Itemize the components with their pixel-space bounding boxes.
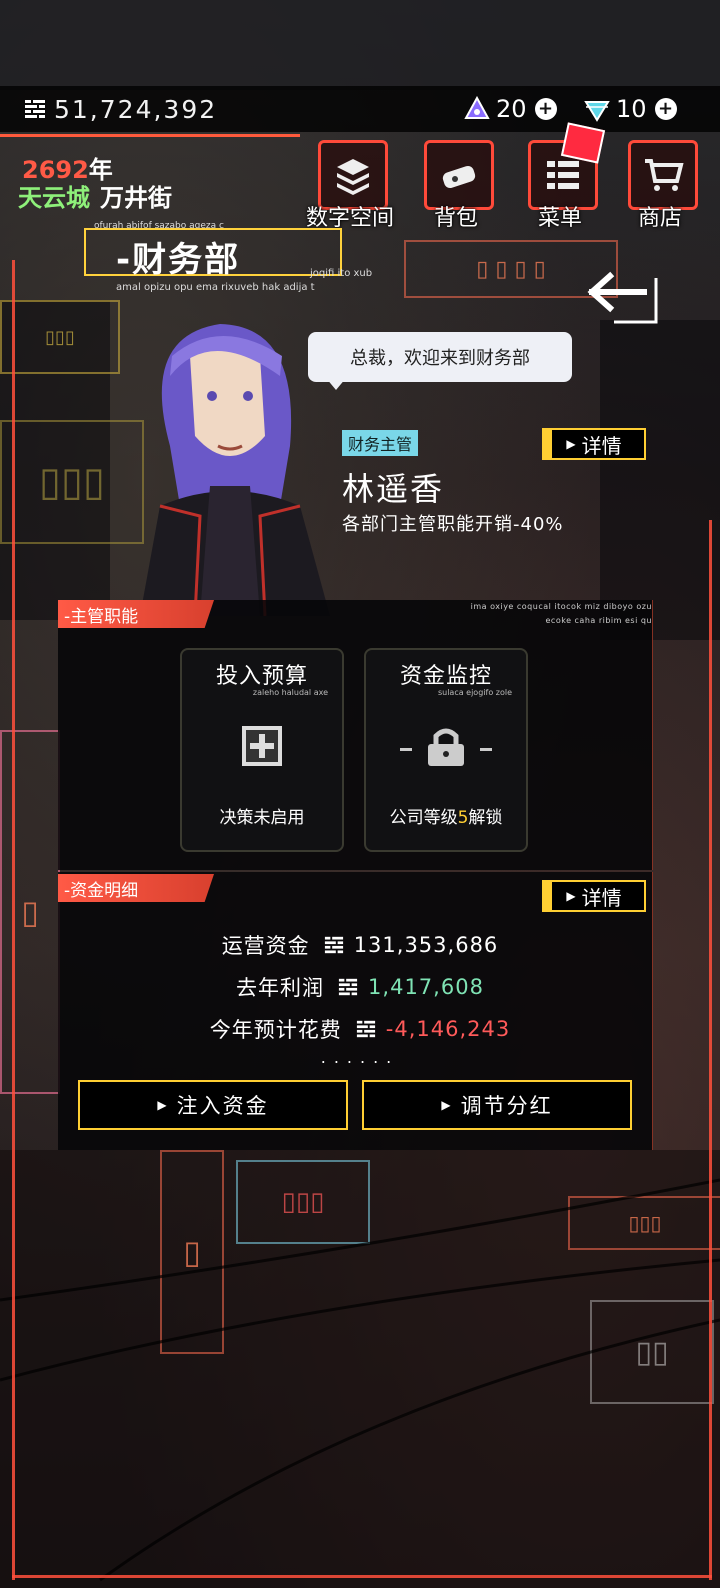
manager-name: 林遥香 [342, 470, 445, 508]
nav-shop-label: 商店 [637, 206, 682, 231]
dept-deco-right: joqifi ito xub [310, 268, 373, 279]
invest-budget-sub: zaleho haludal axe [252, 688, 328, 697]
adjust-dividend-label: 调节分红 [460, 1094, 553, 1118]
neon-frame-bottom [12, 1575, 712, 1578]
functions-panel: -主管职能 ima oxiye coqucal itocok miz diboy… [58, 600, 653, 870]
fund-monitor-title: 资金监控 [399, 664, 492, 689]
fund-row-last-year-profit: 去年利润 1,417,608 [0, 972, 720, 1002]
invest-budget-title: 投入预算 [215, 664, 308, 689]
fund-monitor-icon-wrap [366, 724, 526, 768]
nav-menu[interactable]: 菜单 [518, 122, 606, 231]
sky-strip [0, 0, 720, 90]
crystal-count: 20 [496, 95, 527, 123]
add-crystal-icon[interactable]: + [534, 98, 557, 120]
fund-monitor-sub: sulaca ejogifo zole [437, 688, 512, 697]
manager-role-tag: 财务主管 [342, 430, 419, 456]
manager-detail-button[interactable]: ▶ 详情 [542, 428, 646, 460]
money-display: 51,724,392 [24, 95, 217, 124]
detail-button-corner [542, 880, 552, 912]
nav-shop[interactable]: 商店 [618, 140, 702, 231]
money-value: 51,724,392 [54, 94, 218, 124]
manager-effect: 各部门主管职能开销-40% [342, 514, 564, 535]
backpack-icon [442, 166, 476, 188]
fund-monitor-status-suffix: 解锁 [468, 808, 503, 828]
money-icon [25, 100, 45, 118]
more-dots: ...... [320, 1048, 400, 1067]
diamond-count: 10 [616, 95, 647, 123]
fund-row-value: 1,417,608 [368, 975, 484, 999]
functions-deco-1: ima oxiye coqucal itocok miz diboyo ozu [470, 602, 652, 611]
fund-row-label: 今年预计花费 [209, 1018, 342, 1042]
money-icon [356, 1020, 375, 1038]
funds-panel-tag: -资金明细 [58, 874, 214, 902]
fund-monitor-status: 公司等级5解锁 [366, 803, 526, 828]
digital-space-icon [337, 159, 369, 195]
play-arrow-icon: ▶ [566, 889, 576, 903]
fund-monitor-card[interactable]: 资金监控 sulaca ejogifo zole 公司等级5解锁 [364, 648, 528, 852]
manager-detail-label: 详情 [581, 433, 622, 458]
fund-row-value: 131,353,686 [353, 933, 499, 957]
plus-box-icon [242, 726, 282, 766]
fund-row-label: 去年利润 [236, 976, 325, 1000]
fund-row-expected-spend: 今年预计花费 -4,146,243 [0, 1014, 720, 1044]
play-arrow-icon: ▶ [566, 437, 576, 451]
adjust-dividend-button[interactable]: ▶ 调节分红 [362, 1080, 632, 1130]
play-arrow-icon: ▶ [157, 1098, 169, 1112]
funds-detail-label: 详情 [581, 885, 622, 910]
overhead-wires [0, 1178, 720, 1582]
location: 天云城 万井街 [18, 178, 172, 213]
neon-frame-left [12, 260, 23, 1580]
dept-deco-bottom: amal opizu opu ema rixuveb hak adija t [116, 282, 315, 293]
shop-cart-icon [645, 159, 684, 191]
street-name: 万井街 [100, 184, 172, 212]
money-icon [324, 936, 343, 954]
diamond-resource: 10 + [584, 95, 677, 123]
nav-digital-space[interactable]: 数字空间 [306, 140, 394, 231]
invest-budget-icon-wrap [182, 724, 342, 768]
lock-icon [400, 728, 492, 766]
money-icon [338, 978, 358, 996]
detail-button-corner [542, 428, 552, 460]
fund-row-label: 运营资金 [221, 934, 310, 958]
crystal-resource: 20 + [464, 95, 557, 123]
fund-row-value: -4,146,243 [385, 1017, 511, 1041]
add-diamond-icon[interactable]: + [654, 98, 677, 120]
fund-monitor-status-level: 5 [457, 808, 469, 828]
inject-funds-button[interactable]: ▶ 注入资金 [78, 1080, 348, 1130]
manager-portrait [140, 324, 330, 616]
diamond-icon [584, 101, 610, 122]
invest-budget-status: 决策未启用 [219, 808, 305, 828]
functions-deco-2: ecoke caha ribim esi qu [545, 616, 652, 625]
funds-detail-button[interactable]: ▶ 详情 [542, 880, 646, 912]
dept-title: -财务部 [116, 240, 241, 280]
fund-row-operating: 运营资金 131,353,686 [0, 930, 720, 960]
back-arrow-icon[interactable] [584, 268, 664, 328]
play-arrow-icon: ▶ [441, 1098, 453, 1112]
crystal-icon [464, 96, 490, 119]
topbar-accent-line [0, 134, 300, 137]
top-resource-bar: 51,724,392 20 + 10 + [0, 86, 720, 132]
fund-monitor-status-prefix: 公司等级 [389, 808, 458, 828]
functions-panel-tag: -主管职能 [58, 600, 214, 628]
city-name: 天云城 [18, 184, 90, 212]
invest-budget-card[interactable]: 投入预算 zaleho haludal axe 决策未启用 [180, 648, 344, 852]
inject-funds-label: 注入资金 [176, 1094, 269, 1118]
nav-backpack[interactable]: 背包 [414, 140, 498, 231]
